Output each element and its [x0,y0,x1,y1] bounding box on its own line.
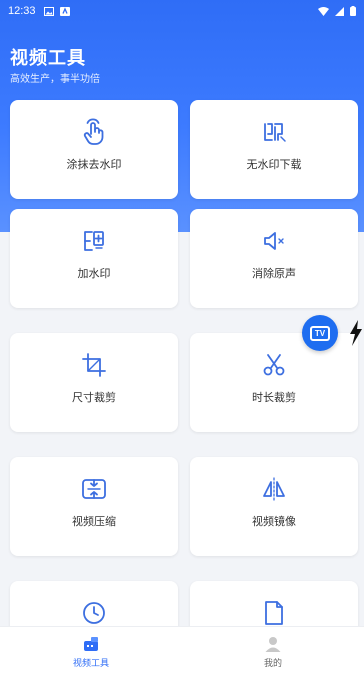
compress-icon [82,479,106,499]
tool-size-crop[interactable]: 尺寸裁剪 [10,333,178,432]
tv-cast-button[interactable]: TV [302,315,338,351]
nav-item-profile[interactable]: 我的 [182,627,364,679]
tool-remove-audio[interactable]: 消除原声 [190,209,358,308]
tv-icon: TV [310,325,330,341]
tool-label: 视频镜像 [252,516,296,528]
add-watermark-icon [84,231,104,251]
tool-duration-trim[interactable]: 时长裁剪 [190,333,358,432]
video-tools-icon [84,637,98,651]
tool-smear-watermark[interactable]: 涂抹去水印 [10,100,178,199]
tool-no-watermark-download[interactable]: 无水印下载 [190,100,358,199]
smear-hand-icon [83,118,104,145]
no-watermark-icon [264,123,286,142]
scissors-icon [263,354,285,376]
tool-label: 消除原声 [252,268,296,280]
clock-icon [83,602,105,624]
profile-icon [265,637,281,652]
app-root: 12:33 视频工具 高效生产，事半功倍 涂抹去水印 无水印下载 加水印 消除原… [0,0,364,679]
tool-clock[interactable] [10,581,178,626]
document-icon [265,601,283,625]
mirror-icon [263,477,285,501]
bottom-nav: 视频工具 我的 [0,626,364,679]
nav-label: 视频工具 [72,658,109,668]
tool-label: 无水印下载 [246,159,302,171]
nav-item-video-tools[interactable]: 视频工具 [0,627,182,679]
tool-label: 尺寸裁剪 [72,392,116,404]
tool-label: 时长裁剪 [252,392,296,404]
nav-label: 我的 [263,658,282,668]
tv-label: TV [314,328,326,338]
mute-speaker-icon [264,232,284,250]
crop-icon [82,353,106,377]
tool-video-mirror[interactable]: 视频镜像 [190,457,358,556]
tool-grid: 涂抹去水印 无水印下载 加水印 消除原声 尺寸裁剪 时长裁剪 视频压缩 视频镜像 [0,0,364,626]
tool-document[interactable] [190,581,358,626]
tool-video-compress[interactable]: 视频压缩 [10,457,178,556]
tool-label: 涂抹去水印 [66,159,122,171]
tool-label: 加水印 [77,268,111,280]
tool-label: 视频压缩 [72,516,116,528]
tool-add-watermark[interactable]: 加水印 [10,209,178,308]
lightning-icon[interactable] [346,318,364,348]
